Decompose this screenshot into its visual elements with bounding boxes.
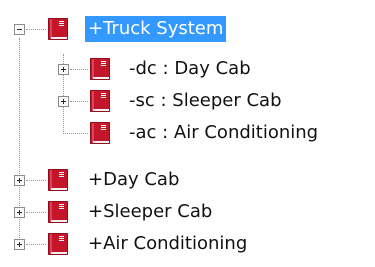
expand-icon[interactable] bbox=[58, 64, 69, 75]
tree-connector-line bbox=[26, 180, 46, 181]
expand-icon[interactable] bbox=[14, 175, 25, 186]
tree-node-air-conditioning[interactable]: +Air Conditioning bbox=[0, 229, 320, 259]
tree-node-label[interactable]: +Day Cab bbox=[85, 167, 182, 193]
expand-icon[interactable] bbox=[14, 207, 25, 218]
red-book-icon bbox=[90, 90, 110, 112]
tree-node-label[interactable]: -ac : Air Conditioning bbox=[126, 120, 321, 146]
tree-connector-line bbox=[26, 29, 46, 30]
red-book-icon bbox=[48, 169, 68, 191]
tree-connector-line bbox=[70, 69, 88, 70]
red-book-icon bbox=[48, 201, 68, 223]
red-book-icon bbox=[90, 122, 110, 144]
red-book-icon bbox=[48, 18, 68, 40]
tree-node-label[interactable]: -sc : Sleeper Cab bbox=[126, 88, 285, 114]
expand-icon[interactable] bbox=[14, 239, 25, 250]
tree-view: +Truck System -dc : Day Cab -sc : Sleepe… bbox=[0, 0, 375, 267]
tree-node-sleeper-cab[interactable]: +Sleeper Cab bbox=[0, 197, 270, 227]
tree-node-label[interactable]: -dc : Day Cab bbox=[126, 56, 254, 82]
tree-node-label[interactable]: +Sleeper Cab bbox=[85, 199, 215, 225]
tree-node-label[interactable]: +Truck System bbox=[85, 16, 227, 42]
red-book-icon bbox=[48, 233, 68, 255]
tree-node-sc-sleeper-cab[interactable]: -sc : Sleeper Cab bbox=[0, 86, 340, 116]
tree-node-truck-system[interactable]: +Truck System bbox=[0, 14, 270, 44]
tree-connector-line bbox=[26, 244, 46, 245]
red-book-icon bbox=[90, 58, 110, 80]
expand-icon[interactable] bbox=[58, 96, 69, 107]
tree-node-ac-air-conditioning[interactable]: -ac : Air Conditioning bbox=[0, 118, 375, 148]
tree-connector-line bbox=[26, 212, 46, 213]
tree-node-day-cab[interactable]: +Day Cab bbox=[0, 165, 240, 195]
tree-node-label[interactable]: +Air Conditioning bbox=[85, 231, 250, 257]
tree-connector-line bbox=[63, 133, 88, 134]
tree-connector-line bbox=[70, 101, 88, 102]
collapse-icon[interactable] bbox=[14, 24, 25, 35]
tree-node-dc-day-cab[interactable]: -dc : Day Cab bbox=[0, 54, 330, 84]
